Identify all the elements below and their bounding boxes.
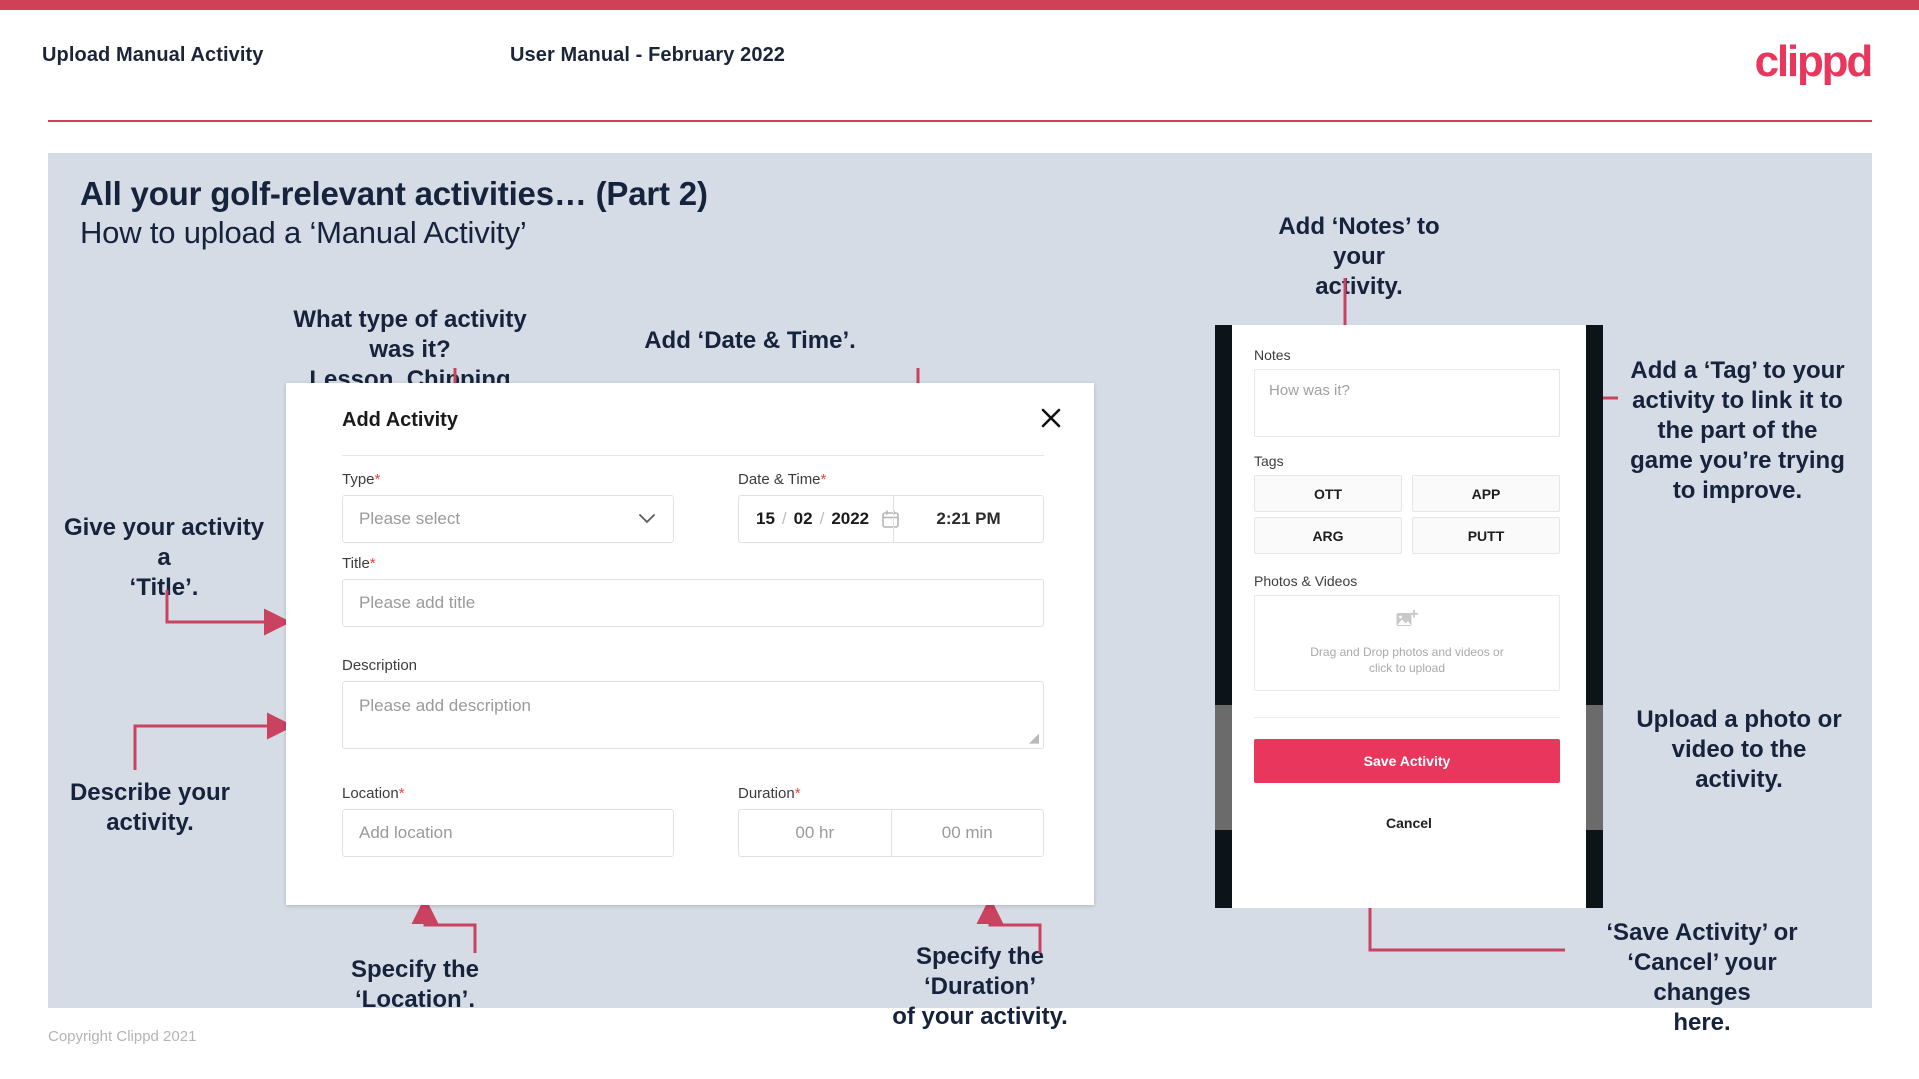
resize-grip-icon[interactable]: ◢ [1029, 730, 1039, 746]
save-activity-button[interactable]: Save Activity [1254, 739, 1560, 783]
phone-screen: Notes How was it? Tags OTT APP ARG PUTT … [1232, 325, 1586, 908]
tag-arg[interactable]: ARG [1254, 517, 1402, 554]
dialog-header-divider [342, 455, 1044, 456]
date-sep-2: / [819, 509, 825, 528]
description-placeholder: Please add description [359, 696, 532, 715]
datetime-label-text: Date & Time [738, 471, 821, 488]
cancel-button[interactable]: Cancel [1232, 815, 1586, 831]
phone-bezel-right [1586, 325, 1603, 908]
duration-label: Duration* [738, 785, 801, 802]
add-activity-dialog: Add Activity Type* Please select Date & … [286, 383, 1094, 905]
photo-dropzone-text: Drag and Drop photos and videos or click… [1310, 645, 1504, 675]
date-sep-1: / [781, 509, 787, 528]
duration-field: 00 hr 00 min [738, 809, 1044, 857]
phone-side-button-left [1215, 705, 1232, 830]
location-label: Location* [342, 785, 405, 802]
type-label: Type* [342, 471, 380, 488]
phone-divider [1254, 717, 1560, 718]
phone-side-button-right [1586, 705, 1603, 830]
phone-mockup: Notes How was it? Tags OTT APP ARG PUTT … [1215, 325, 1603, 908]
slide-page: Upload Manual Activity User Manual - Feb… [0, 0, 1919, 1079]
photos-label: Photos & Videos [1254, 573, 1358, 589]
date-day: 15 [756, 509, 775, 528]
chevron-down-icon [639, 509, 655, 529]
close-icon-glyph [1041, 408, 1061, 428]
description-label: Description [342, 657, 418, 674]
tags-label: Tags [1254, 453, 1284, 469]
phone-bezel-left [1215, 325, 1232, 908]
duration-required-asterisk: * [794, 785, 801, 802]
date-month: 02 [793, 509, 813, 528]
datetime-required-asterisk: * [820, 471, 827, 488]
photo-dropzone[interactable]: Drag and Drop photos and videos or click… [1254, 595, 1560, 691]
notes-placeholder: How was it? [1269, 382, 1350, 399]
notes-input[interactable]: How was it? [1254, 369, 1560, 437]
datetime-label: Date & Time* [738, 471, 826, 488]
type-placeholder: Please select [359, 509, 461, 528]
title-input[interactable]: Please add title [342, 579, 1044, 627]
title-required-asterisk: * [369, 555, 376, 572]
type-label-text: Type [342, 471, 375, 488]
add-image-icon [1396, 609, 1419, 635]
duration-minutes-input[interactable]: 00 min [892, 810, 1044, 856]
location-required-asterisk: * [398, 785, 405, 802]
tag-putt[interactable]: PUTT [1412, 517, 1560, 554]
date-input[interactable]: 15 / 02 / 2022 [739, 496, 899, 542]
type-select[interactable]: Please select [342, 495, 674, 543]
location-label-text: Location [342, 785, 399, 802]
tag-app[interactable]: APP [1412, 475, 1560, 512]
close-icon[interactable] [1034, 401, 1068, 435]
description-input[interactable]: Please add description ◢ [342, 681, 1044, 749]
datetime-field: 15 / 02 / 2022 2:21 PM [738, 495, 1044, 543]
location-placeholder: Add location [359, 823, 453, 842]
notes-label: Notes [1254, 347, 1291, 363]
location-input[interactable]: Add location [342, 809, 674, 857]
duration-hours-input[interactable]: 00 hr [739, 810, 891, 856]
title-label: Title* [342, 555, 376, 572]
title-label-text: Title [342, 555, 370, 572]
tag-ott[interactable]: OTT [1254, 475, 1402, 512]
duration-label-text: Duration [738, 785, 795, 802]
date-year: 2022 [831, 509, 870, 528]
dialog-title: Add Activity [342, 409, 458, 431]
type-required-asterisk: * [374, 471, 381, 488]
title-placeholder: Please add title [359, 593, 476, 612]
footer-copyright: Copyright Clippd 2021 [48, 1028, 197, 1045]
time-input[interactable]: 2:21 PM [894, 496, 1043, 542]
